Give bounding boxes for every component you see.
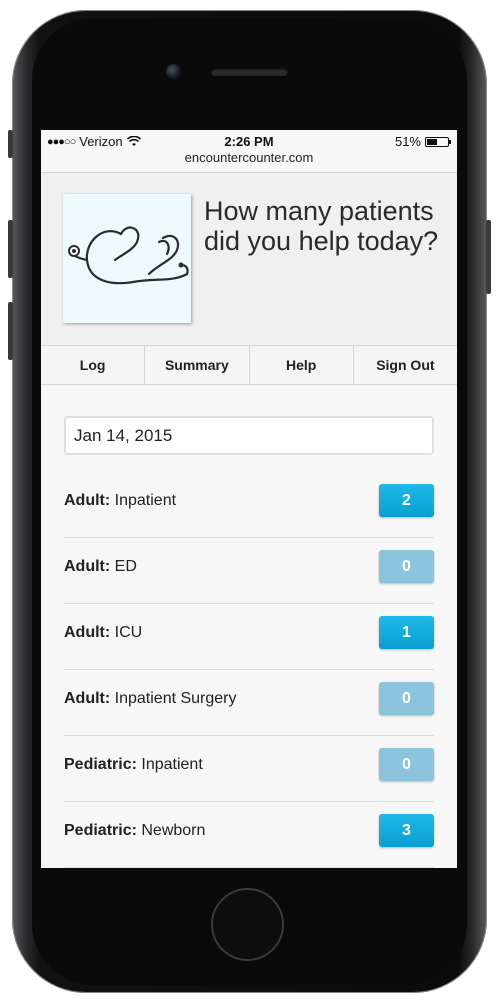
encounter-category: Pediatric: [64, 756, 137, 773]
battery-icon [425, 136, 451, 147]
count-button[interactable]: 0 [379, 682, 434, 715]
count-button[interactable]: 2 [379, 484, 434, 517]
list-item: Adult: ICU 1 [64, 604, 434, 670]
encounter-label: Adult: ED [64, 558, 137, 576]
encounter-type: ED [114, 558, 137, 575]
front-camera [166, 64, 181, 79]
list-item: Adult: Inpatient 2 [64, 472, 434, 538]
earpiece-speaker [211, 68, 288, 76]
stethoscope-logo [63, 194, 191, 323]
tagline: How many patients did you help today? [204, 196, 439, 256]
list-item: Adult: ED 0 [64, 538, 434, 604]
mute-switch [8, 130, 13, 158]
home-button[interactable] [211, 888, 284, 961]
encounter-label: Pediatric: Inpatient [64, 756, 203, 774]
main-nav: Log Summary Help Sign Out [41, 345, 457, 385]
status-right: 51% [394, 134, 451, 149]
power-button [486, 220, 491, 294]
encounter-category: Adult: [64, 624, 111, 641]
stethoscope-icon [68, 226, 189, 285]
count-button[interactable]: 0 [379, 550, 434, 583]
battery-level [427, 138, 437, 145]
encounter-type: ICU [114, 624, 143, 641]
list-item: Pediatric: Inpatient 0 [64, 736, 434, 802]
encounter-list: Adult: Inpatient 2 Adult: ED 0 Adult: IC… [64, 472, 434, 868]
encounter-label: Adult: Inpatient Surgery [64, 690, 237, 708]
encounter-category: Adult: [64, 690, 111, 707]
app-header: How many patients did you help today? [41, 173, 457, 345]
screen: ●●●○○ Verizon 2:26 PM 51% encountercount… [41, 130, 457, 868]
encounter-label: Adult: ICU [64, 624, 142, 642]
volume-down-button [8, 302, 13, 360]
count-button[interactable]: 1 [379, 616, 434, 649]
encounter-category: Adult: [64, 492, 111, 509]
encounter-type: Inpatient Surgery [114, 690, 237, 707]
encounter-type: Newborn [141, 822, 206, 839]
encounter-type: Inpatient [141, 756, 203, 773]
encounter-label: Adult: Inpatient [64, 492, 176, 510]
nav-sign-out[interactable]: Sign Out [354, 346, 457, 384]
list-item: Pediatric: Newborn 3 [64, 802, 434, 868]
encounter-category: Pediatric: [64, 822, 137, 839]
date-field[interactable]: Jan 14, 2015 [64, 416, 434, 455]
nav-summary[interactable]: Summary [145, 346, 250, 384]
encounter-label: Pediatric: Newborn [64, 822, 205, 840]
count-button[interactable]: 0 [379, 748, 434, 781]
url-bar[interactable]: encountercounter.com [41, 150, 457, 173]
volume-up-button [8, 220, 13, 278]
nav-log[interactable]: Log [41, 346, 146, 384]
encounter-type: Inpatient [114, 492, 177, 509]
encounter-category: Adult: [64, 558, 111, 575]
count-button[interactable]: 3 [379, 814, 434, 847]
battery-percent: 51% [394, 134, 421, 149]
list-item: Adult: Inpatient Surgery 0 [64, 670, 434, 736]
nav-help[interactable]: Help [250, 346, 354, 384]
